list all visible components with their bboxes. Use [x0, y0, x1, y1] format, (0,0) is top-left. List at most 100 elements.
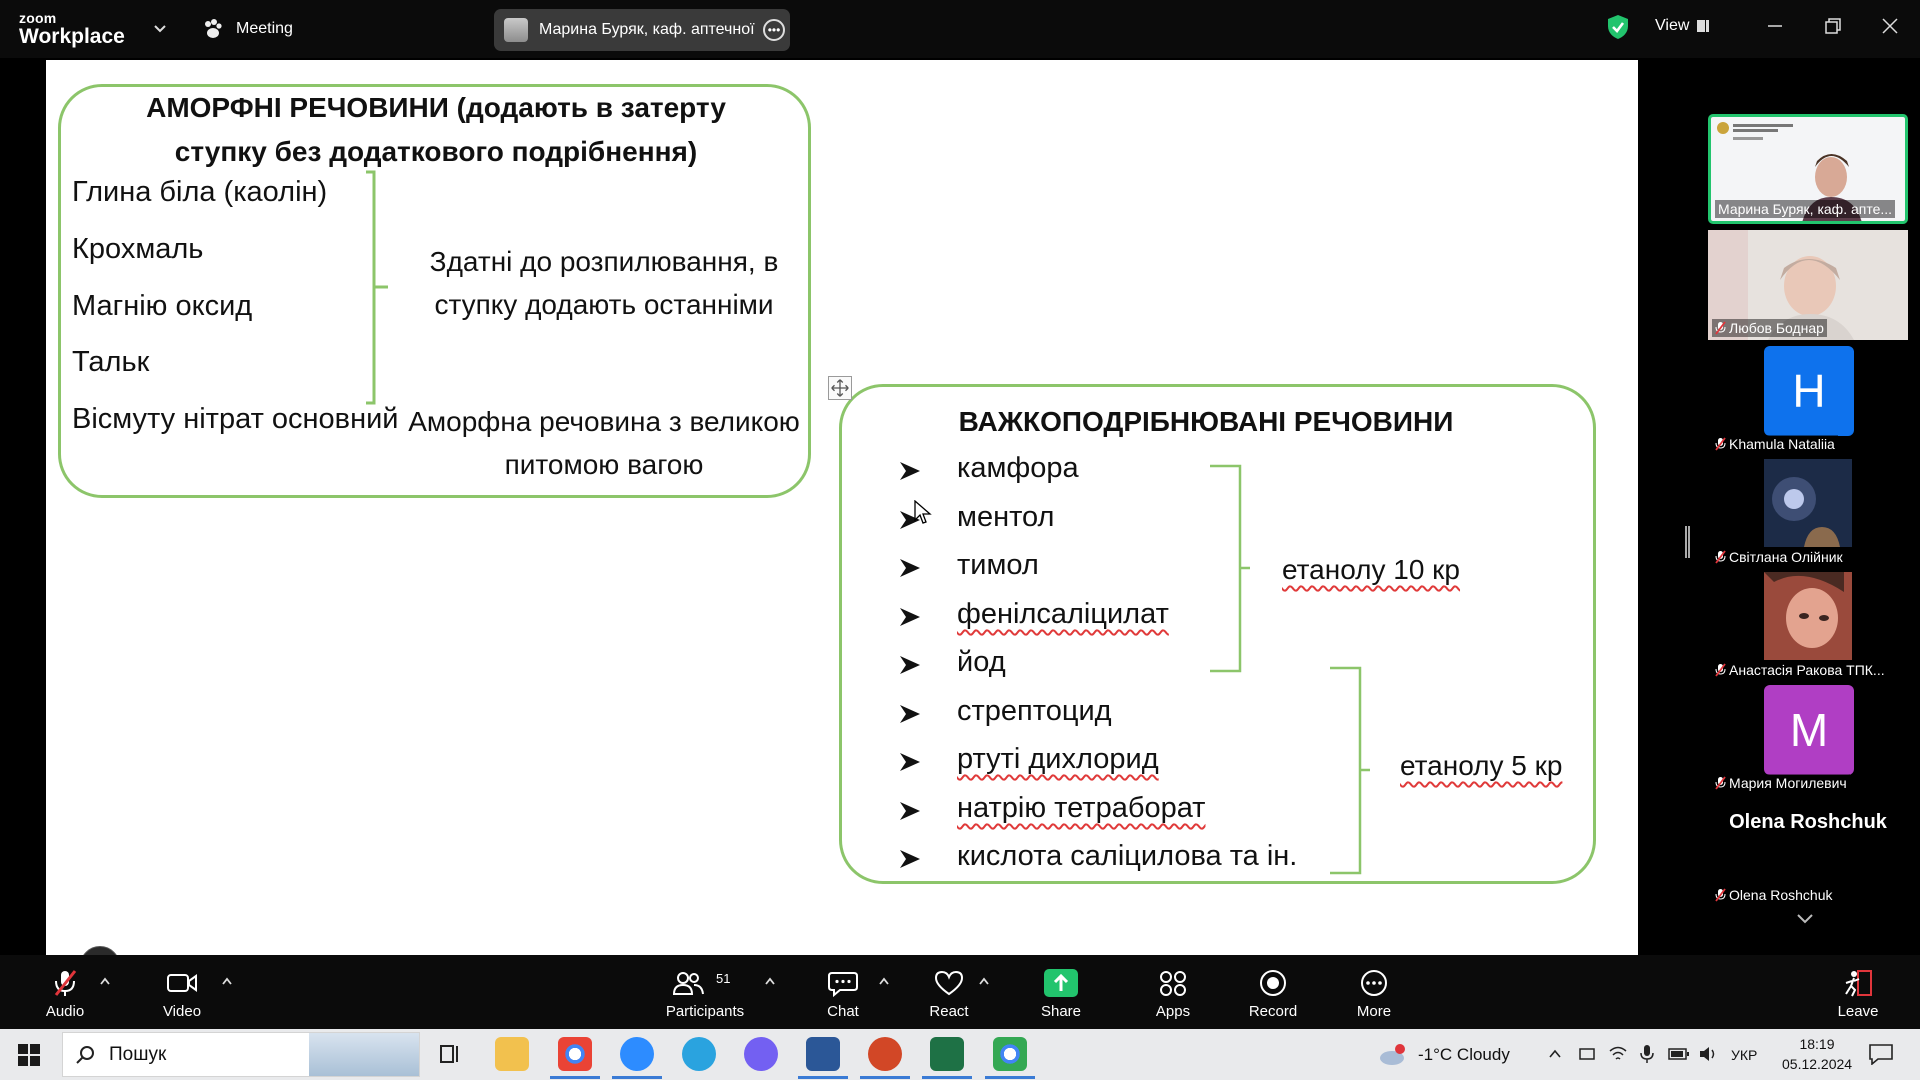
- clock[interactable]: 18:19 05.12.2024: [1782, 1034, 1852, 1074]
- meeting-paw-icon: [205, 19, 222, 38]
- more-button[interactable]: More: [1329, 963, 1419, 1023]
- participants-button[interactable]: 51 Participants: [660, 963, 750, 1023]
- clock-time: 18:19: [1799, 1036, 1835, 1052]
- chrome-icon[interactable]: [985, 1037, 1035, 1079]
- box2-item: кислота саліцилова та ін.: [957, 840, 1298, 872]
- participant-name: Марина Буряк, каф. апте...: [1718, 201, 1893, 217]
- chrome-icon[interactable]: [550, 1037, 600, 1079]
- react-button[interactable]: React: [904, 963, 994, 1023]
- mic-off-icon: [1715, 776, 1726, 790]
- box2-title: ВАЖКОПОДРІБНЮВАНІ РЕЧОВИНИ: [958, 406, 1454, 437]
- chevron-up-icon[interactable]: [221, 977, 233, 985]
- chevron-up-icon[interactable]: [978, 977, 990, 985]
- record-button[interactable]: Record: [1228, 963, 1318, 1023]
- share-label: Share: [1040, 1003, 1082, 1020]
- leave-button[interactable]: Leave: [1813, 963, 1903, 1023]
- meeting-info-button[interactable]: Meeting: [202, 16, 293, 42]
- meeting-toolbar: Audio Video 51 Participants Chat React S…: [0, 955, 1920, 1029]
- word-icon[interactable]: [798, 1037, 848, 1079]
- minimize-icon[interactable]: [1764, 15, 1786, 37]
- mic-off-icon: [1715, 321, 1726, 335]
- box2-item: ртуті дихлорид: [957, 743, 1159, 775]
- taskbar-search[interactable]: Пошук: [62, 1032, 420, 1077]
- video-button[interactable]: Video: [137, 963, 227, 1023]
- avatar: H: [1764, 346, 1854, 436]
- chat-button[interactable]: Chat: [798, 963, 888, 1023]
- view-grid-icon: [1697, 20, 1710, 32]
- apps-button[interactable]: Apps: [1128, 963, 1218, 1023]
- arrow-bullet-icon: [900, 753, 920, 771]
- video-tile[interactable]: M Мария Могилевич: [1708, 685, 1908, 795]
- participant-name-label: Марина Буряк, каф. апте...: [1715, 200, 1896, 218]
- wifi-icon[interactable]: [1608, 1045, 1628, 1063]
- chevron-up-icon[interactable]: [1548, 1047, 1562, 1061]
- microphone-icon[interactable]: [1640, 1044, 1654, 1064]
- more-dots-icon: [1361, 970, 1387, 996]
- shared-screen[interactable]: АМОРФНІ РЕЧОВИНИ (додають в затерту ступ…: [46, 60, 1638, 955]
- more-options-icon[interactable]: •••: [763, 19, 785, 41]
- gallery-scroll-down-icon[interactable]: [1795, 912, 1815, 926]
- file-explorer-icon[interactable]: [495, 1037, 529, 1071]
- participant-name-label: Olena Roshchuk: [1712, 886, 1836, 904]
- meet-now-icon[interactable]: [1578, 1045, 1596, 1063]
- participants-label: Participants: [665, 1003, 745, 1020]
- speaker-avatar: [504, 18, 528, 42]
- mouse-cursor-icon: [914, 500, 932, 524]
- telegram-icon[interactable]: [682, 1037, 716, 1071]
- task-view-icon[interactable]: [432, 1037, 466, 1071]
- input-language[interactable]: УКР: [1731, 1029, 1757, 1080]
- video-tile[interactable]: Світлана Олійник: [1708, 459, 1908, 569]
- video-camera-icon: [167, 974, 197, 992]
- box1-item: Тальк: [72, 346, 150, 378]
- chevron-up-icon[interactable]: [764, 977, 776, 985]
- participant-name: Анастасія Ракова ТПК...: [1729, 662, 1885, 678]
- box2-note1: етанолу 10 кр: [1282, 554, 1461, 585]
- panel-resize-handle[interactable]: [1685, 526, 1690, 558]
- participant-name: Мария Могилевич: [1729, 775, 1847, 791]
- video-tile[interactable]: Любов Боднар: [1708, 230, 1908, 340]
- participant-name: Любов Боднар: [1729, 320, 1824, 336]
- cloud-weather-icon: [1380, 1043, 1405, 1065]
- logo-big-text: Workplace: [19, 25, 125, 48]
- video-tile[interactable]: Анастасія Ракова ТПК...: [1708, 572, 1908, 682]
- battery-icon[interactable]: [1668, 1047, 1690, 1061]
- participant-name-label: Світлана Олійник: [1712, 548, 1846, 566]
- box1-note1: Здатні до розпилювання, в ступку додають…: [429, 246, 779, 320]
- participant-video: [1764, 459, 1852, 547]
- annotate-pencil-button[interactable]: [80, 946, 120, 955]
- move-handle-icon[interactable]: [828, 376, 852, 400]
- share-button[interactable]: Share: [1016, 963, 1106, 1023]
- participant-video: [1764, 572, 1852, 660]
- language-text: УКР: [1731, 1046, 1758, 1063]
- video-tile[interactable]: H Khamula Nataliia: [1708, 346, 1908, 456]
- video-tile[interactable]: Olena Roshchuk Olena Roshchuk: [1708, 797, 1908, 907]
- box1-note2: Аморфна речовина з великою питомою вагою: [408, 406, 800, 480]
- leave-door-icon: [1845, 970, 1872, 997]
- share-screen-icon: [1044, 969, 1078, 997]
- windows-start-icon[interactable]: [18, 1044, 40, 1066]
- view-button[interactable]: View: [1655, 17, 1710, 35]
- restore-icon[interactable]: [1822, 15, 1844, 37]
- active-speaker-pill[interactable]: Марина Буряк, каф. аптечної те •••: [494, 9, 790, 51]
- chevron-down-icon[interactable]: [152, 20, 168, 36]
- mic-off-icon: [1715, 550, 1726, 564]
- close-icon[interactable]: [1879, 15, 1901, 37]
- participant-name: Khamula Nataliia: [1729, 436, 1835, 452]
- powerpoint-icon[interactable]: [860, 1037, 910, 1079]
- weather-widget[interactable]: -1°C Cloudy: [1376, 1029, 1510, 1080]
- zoom-logo[interactable]: zoom Workplace: [19, 11, 125, 47]
- chevron-up-icon[interactable]: [99, 977, 111, 985]
- volume-icon[interactable]: [1698, 1045, 1718, 1063]
- box2-item: тимол: [957, 549, 1039, 581]
- encryption-shield-icon[interactable]: [1607, 14, 1629, 40]
- chevron-up-icon[interactable]: [878, 977, 890, 985]
- video-tile[interactable]: Марина Буряк, каф. апте...: [1708, 114, 1908, 224]
- excel-icon[interactable]: [922, 1037, 972, 1079]
- notifications-icon[interactable]: [1868, 1043, 1894, 1065]
- zoom-app-icon[interactable]: [612, 1037, 662, 1079]
- viber-icon[interactable]: [744, 1037, 778, 1071]
- box2-note2: етанолу 5 кр: [1400, 750, 1563, 781]
- avatar-letter: M: [1789, 704, 1829, 756]
- audio-button[interactable]: Audio: [20, 963, 110, 1023]
- meeting-label: Meeting: [236, 20, 293, 37]
